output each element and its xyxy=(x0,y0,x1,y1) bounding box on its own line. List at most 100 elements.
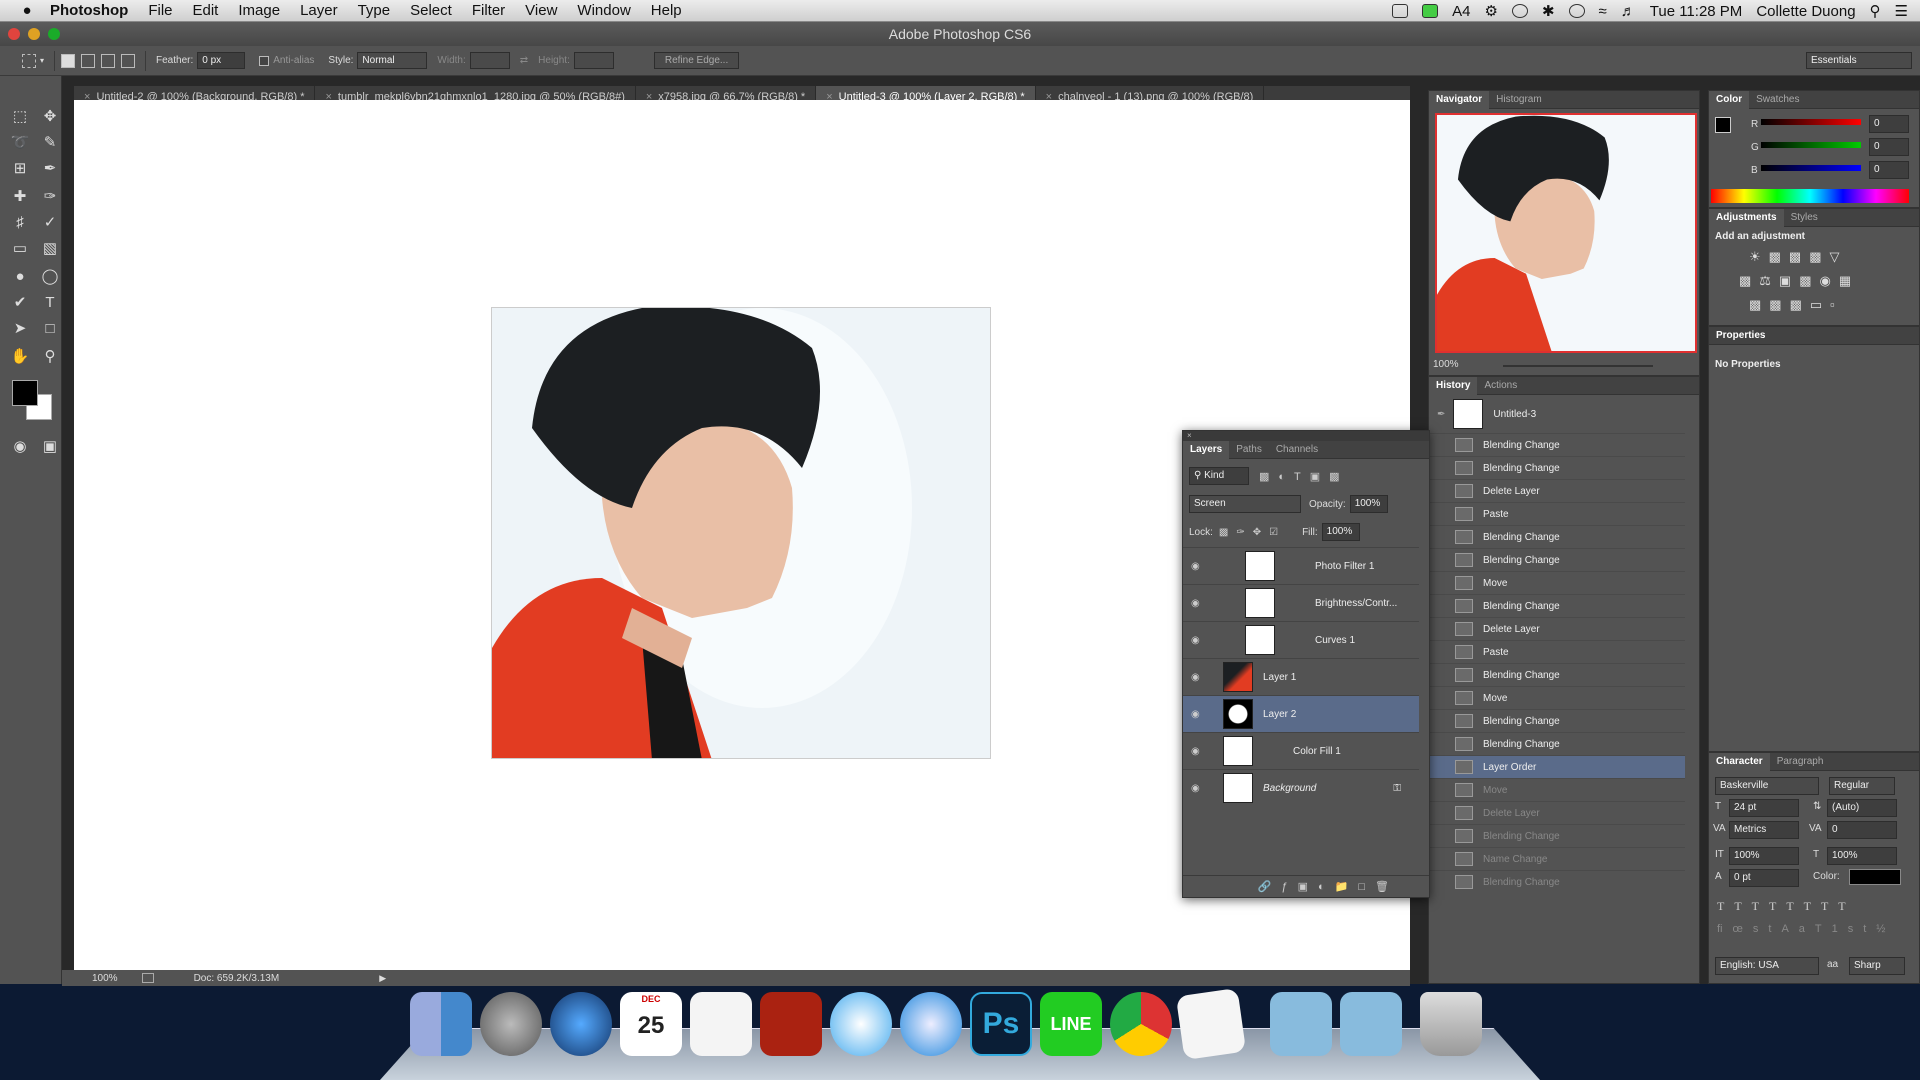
vertical-scale-input[interactable]: 100% xyxy=(1729,847,1799,865)
history-item[interactable]: Blending Change xyxy=(1429,548,1685,571)
tab-properties[interactable]: Properties xyxy=(1709,327,1772,345)
gradient-tool-icon[interactable]: ▧ xyxy=(38,238,62,260)
blend-mode-select[interactable]: Screen xyxy=(1189,495,1301,513)
channel-r-slider[interactable] xyxy=(1761,119,1861,125)
history-item[interactable]: Name Change xyxy=(1429,847,1685,870)
visibility-eye-icon[interactable]: ◉ xyxy=(1191,709,1205,720)
color-foreground-swatch[interactable] xyxy=(1715,117,1731,133)
tab-paragraph[interactable]: Paragraph xyxy=(1770,753,1831,771)
tab-swatches[interactable]: Swatches xyxy=(1749,91,1806,109)
visibility-eye-icon[interactable]: ◉ xyxy=(1191,672,1205,683)
menu-type[interactable]: Type xyxy=(358,2,391,19)
layer-row[interactable]: ◉ Brightness/Contr... xyxy=(1183,584,1419,621)
fill-input[interactable]: 100% xyxy=(1321,523,1360,541)
tab-layers[interactable]: Layers xyxy=(1183,440,1230,459)
lasso-tool-icon[interactable]: ➰ xyxy=(8,132,32,154)
quick-selection-tool-icon[interactable]: ✎ xyxy=(38,132,62,154)
document-image[interactable] xyxy=(491,307,991,759)
channel-g-value[interactable]: 0 xyxy=(1869,138,1909,156)
horizontal-scale-input[interactable]: 100% xyxy=(1827,847,1897,865)
notification-center-icon[interactable]: ☰ xyxy=(1895,2,1908,20)
style-select[interactable]: Normal xyxy=(357,52,428,69)
adjustment-icons-row-2[interactable]: ▩⚖▣▩◉▦ xyxy=(1739,273,1859,289)
lock-icons[interactable]: ▩✑✥☑ xyxy=(1219,527,1286,538)
text-color-swatch[interactable] xyxy=(1849,869,1901,885)
pen-tool-icon[interactable]: ✔ xyxy=(8,292,32,314)
history-item[interactable]: Blending Change xyxy=(1429,732,1685,755)
layer-row[interactable]: ◉ Layer 2 xyxy=(1183,695,1419,732)
rectangular-marquee-tool-icon[interactable]: ⬚ xyxy=(8,106,32,128)
opentype-buttons[interactable]: ﬁœstAaT1st½ xyxy=(1717,923,1895,935)
tab-channels[interactable]: Channels xyxy=(1269,441,1325,459)
minimize-window-button[interactable] xyxy=(28,28,40,40)
menu-filter[interactable]: Filter xyxy=(472,2,505,19)
layer-filter-icons[interactable]: ▩◐T▣▩ xyxy=(1259,470,1349,483)
line-status-icon[interactable] xyxy=(1422,4,1439,18)
tab-character[interactable]: Character xyxy=(1709,752,1770,771)
applications-dock-icon[interactable] xyxy=(1340,992,1402,1056)
user-name[interactable]: Collette Duong xyxy=(1756,3,1855,20)
history-item[interactable]: Delete Layer xyxy=(1429,801,1685,824)
volume-icon[interactable]: ♬ xyxy=(1621,3,1636,20)
menu-view[interactable]: View xyxy=(525,2,557,19)
visibility-eye-icon[interactable]: ◉ xyxy=(1191,783,1205,794)
close-icon[interactable]: × xyxy=(1187,431,1192,440)
text-style-buttons[interactable]: TTTTTTTT xyxy=(1717,899,1856,914)
language-select[interactable]: English: USA xyxy=(1715,957,1819,975)
quick-mask-icon[interactable]: ◉ xyxy=(8,436,32,458)
kerning-input[interactable]: Metrics xyxy=(1729,821,1799,839)
line-dock-icon[interactable]: LINE xyxy=(1040,992,1102,1056)
move-tool-icon[interactable]: ✥ xyxy=(38,106,62,128)
trash-dock-icon[interactable] xyxy=(1420,992,1482,1056)
history-item[interactable]: Delete Layer xyxy=(1429,617,1685,640)
history-item[interactable]: Layer Order xyxy=(1429,755,1685,778)
screen-mode-icon[interactable]: ▣ xyxy=(38,436,62,458)
antialias-checkbox[interactable] xyxy=(259,55,270,66)
status-arrow-icon[interactable]: ▶ xyxy=(379,973,386,984)
eraser-tool-icon[interactable]: ▭ xyxy=(8,238,32,260)
layer-row[interactable]: ◉ Layer 1 xyxy=(1183,658,1419,695)
apple-icon[interactable]: ● xyxy=(14,2,40,19)
layers-footer-buttons[interactable]: 🔗ƒ▣◐📁□🗑 xyxy=(1183,875,1429,897)
calendar-dock-icon[interactable]: DEC 25 xyxy=(620,992,682,1056)
bluetooth-icon[interactable]: ✱ xyxy=(1542,2,1555,20)
subtract-selection-icon[interactable] xyxy=(101,53,116,68)
workspace-switcher[interactable]: Essentials xyxy=(1806,52,1912,69)
textedit-dock-icon[interactable] xyxy=(1175,987,1247,1061)
visibility-eye-icon[interactable]: ◉ xyxy=(1191,561,1205,572)
history-item[interactable]: Blending Change xyxy=(1429,870,1685,893)
status-menu-icon[interactable] xyxy=(141,973,154,983)
tab-actions[interactable]: Actions xyxy=(1477,377,1524,395)
channel-g-slider[interactable] xyxy=(1761,142,1861,148)
history-item[interactable]: Blending Change xyxy=(1429,594,1685,617)
leading-input[interactable]: (Auto) xyxy=(1827,799,1897,817)
reminders-dock-icon[interactable] xyxy=(690,992,752,1056)
app-store-dock-icon[interactable] xyxy=(550,992,612,1056)
foreground-color-swatch[interactable] xyxy=(12,380,38,406)
zoom-level[interactable]: 100% xyxy=(92,973,118,984)
menu-image[interactable]: Image xyxy=(238,2,280,19)
refine-edge-button[interactable]: Refine Edge... xyxy=(653,52,740,69)
wifi-icon[interactable]: ≈ xyxy=(1599,3,1607,20)
marquee-tool-preset-icon[interactable] xyxy=(22,53,36,68)
opacity-input[interactable]: 100% xyxy=(1349,495,1388,513)
layer-row[interactable]: ◉ Color Fill 1 xyxy=(1183,732,1419,769)
history-item[interactable]: Blending Change xyxy=(1429,824,1685,847)
adobe-status-icon[interactable]: A4 xyxy=(1452,3,1470,20)
navigator-zoom-slider[interactable] xyxy=(1503,365,1653,367)
history-item[interactable]: Blending Change xyxy=(1429,525,1685,548)
menu-app-name[interactable]: Photoshop xyxy=(50,2,128,19)
history-item[interactable]: Paste xyxy=(1429,502,1685,525)
safari-dock-icon[interactable] xyxy=(900,992,962,1056)
adjustment-icons-row-1[interactable]: ☀▩▩▩▽ xyxy=(1749,249,1848,265)
zoom-window-button[interactable] xyxy=(48,28,60,40)
history-item[interactable]: Blending Change xyxy=(1429,709,1685,732)
layer-row[interactable]: ◉ Photo Filter 1 xyxy=(1183,547,1419,584)
brush-source-icon[interactable]: ✒ xyxy=(1437,409,1445,420)
history-item[interactable]: Move xyxy=(1429,778,1685,801)
height-input[interactable] xyxy=(573,52,614,69)
photoshop-dock-icon[interactable]: Ps xyxy=(970,992,1032,1056)
tab-color[interactable]: Color xyxy=(1709,90,1750,109)
history-item[interactable]: Blending Change xyxy=(1429,663,1685,686)
crop-tool-icon[interactable]: ⊞ xyxy=(8,158,32,180)
